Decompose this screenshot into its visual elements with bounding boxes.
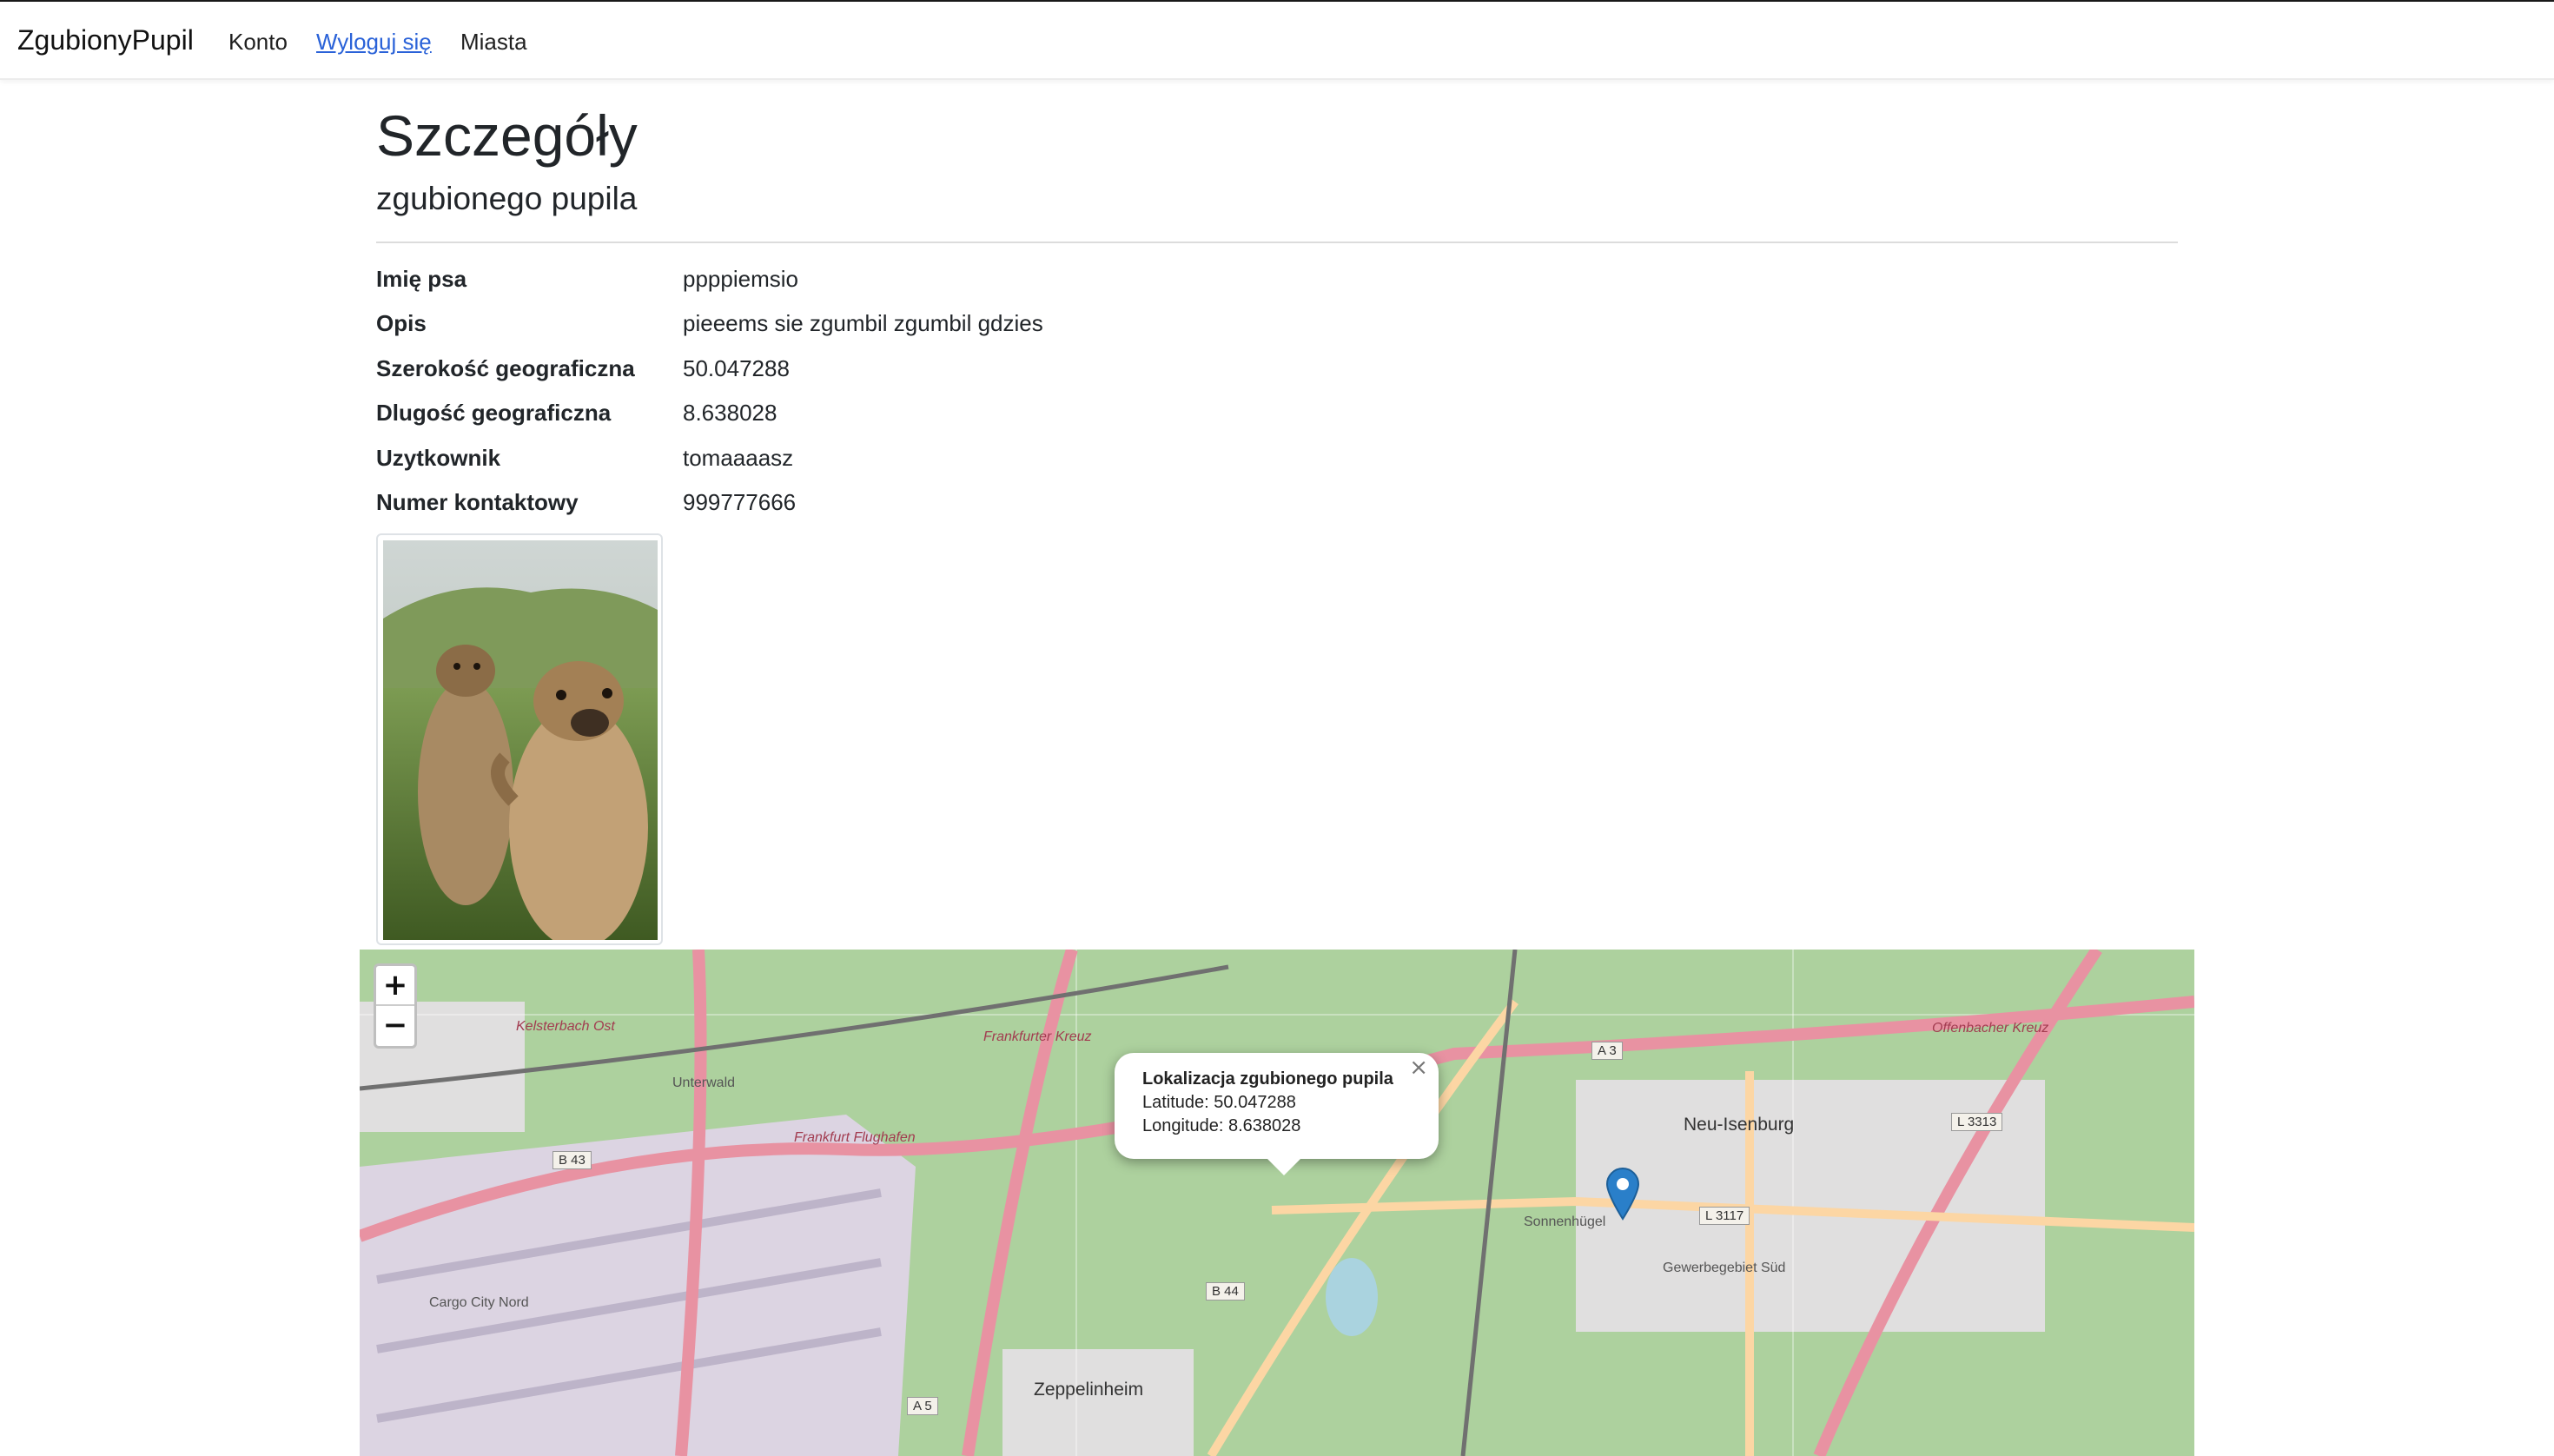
popup-close-button[interactable]: × <box>1409 1056 1428 1080</box>
nav-link-konto[interactable]: Konto <box>228 29 288 56</box>
divider <box>376 242 2178 243</box>
pet-photo-thumbnail <box>376 533 663 945</box>
map-popup: Lokalizacja zgubionego pupila Latitude: … <box>1115 1053 1439 1159</box>
detail-value: tomaaaasz <box>683 444 794 471</box>
detail-value: 8.638028 <box>683 400 777 427</box>
map-label-unterwald: Unterwald <box>672 1075 736 1090</box>
map-label-gewerbegebiet-sud: Gewerbegebiet Süd <box>1663 1261 1786 1275</box>
detail-label: Szerokość geograficzna <box>376 354 635 381</box>
map-label-zeppelinheim: Zeppelinheim <box>1034 1380 1144 1400</box>
detail-label: Imię psa <box>376 266 467 292</box>
map-label-neu-isenburg: Neu-Isenburg <box>1684 1115 1795 1135</box>
map-label-kelsterbach-ost: Kelsterbach Ost <box>516 1019 615 1034</box>
map-label-frankfurter-kreuz: Frankfurter Kreuz <box>983 1029 1092 1044</box>
map-label-offenbacher-kreuz: Offenbacher Kreuz <box>1932 1021 2049 1036</box>
detail-value: pieeems sie zgumbil zgumbil gdzies <box>683 310 1043 337</box>
detail-value: ppppiemsio <box>683 266 798 292</box>
popup-longitude: Longitude: 8.638028 <box>1142 1116 1301 1135</box>
nav-link-miasta[interactable]: Miasta <box>460 29 527 56</box>
pet-photo <box>383 540 658 940</box>
detail-row-latitude: Szerokość geograficzna 50.047288 <box>376 355 1766 400</box>
page-subtitle: zgubionego pupila <box>376 181 638 216</box>
details-list: Imię psa ppppiemsio Opis pieeems sie zgu… <box>376 266 1766 533</box>
detail-row-user: Uzytkownik tomaaaasz <box>376 445 1766 489</box>
road-shield-b43: B 43 <box>552 1151 592 1169</box>
detail-label: Opis <box>376 310 427 337</box>
detail-row-name: Imię psa ppppiemsio <box>376 266 1766 310</box>
popup-tip <box>1267 1158 1301 1175</box>
map-label-frankfurt-flughafen: Frankfurt Flughafen <box>794 1130 916 1145</box>
detail-row-longitude: Dlugość geograficzna 8.638028 <box>376 400 1766 444</box>
detail-value: 999777666 <box>683 488 797 515</box>
detail-label: Uzytkownik <box>376 444 501 471</box>
map-tiles[interactable] <box>360 950 2194 1456</box>
map-label-sonnenhugel: Sonnenhügel <box>1524 1214 1606 1229</box>
road-shield-b44: B 44 <box>1206 1282 1245 1300</box>
page-title: Szczegóły <box>376 103 638 168</box>
location-map[interactable]: Neu-Isenburg Zeppelinheim Frankfurter Kr… <box>360 950 2194 1456</box>
detail-label: Numer kontaktowy <box>376 488 579 515</box>
road-shield-a5: A 5 <box>907 1397 938 1415</box>
nav-link-wyloguj[interactable]: Wyloguj się <box>316 29 432 56</box>
zoom-out-button[interactable]: − <box>376 1006 414 1046</box>
map-zoom-control: + − <box>374 963 417 1049</box>
brand-link[interactable]: ZgubionyPupil <box>17 24 194 56</box>
location-marker-icon[interactable] <box>1605 1167 1640 1221</box>
road-shield-l3117: L 3117 <box>1699 1207 1750 1225</box>
road-shield-a3: A 3 <box>1591 1042 1623 1060</box>
detail-row-phone: Numer kontaktowy 999777666 <box>376 489 1766 533</box>
zoom-in-button[interactable]: + <box>376 966 414 1006</box>
map-label-cargo-city: Cargo City Nord <box>429 1295 529 1310</box>
popup-title: Lokalizacja zgubionego pupila <box>1142 1069 1393 1089</box>
popup-latitude: Latitude: 50.047288 <box>1142 1093 1296 1112</box>
detail-row-description: Opis pieeems sie zgumbil zgumbil gdzies <box>376 310 1766 354</box>
navbar: ZgubionyPupil Konto Wyloguj się Miasta <box>0 2 2554 80</box>
detail-value: 50.047288 <box>683 354 790 381</box>
road-shield-l3313: L 3313 <box>1951 1113 2003 1131</box>
detail-label: Dlugość geograficzna <box>376 400 612 427</box>
